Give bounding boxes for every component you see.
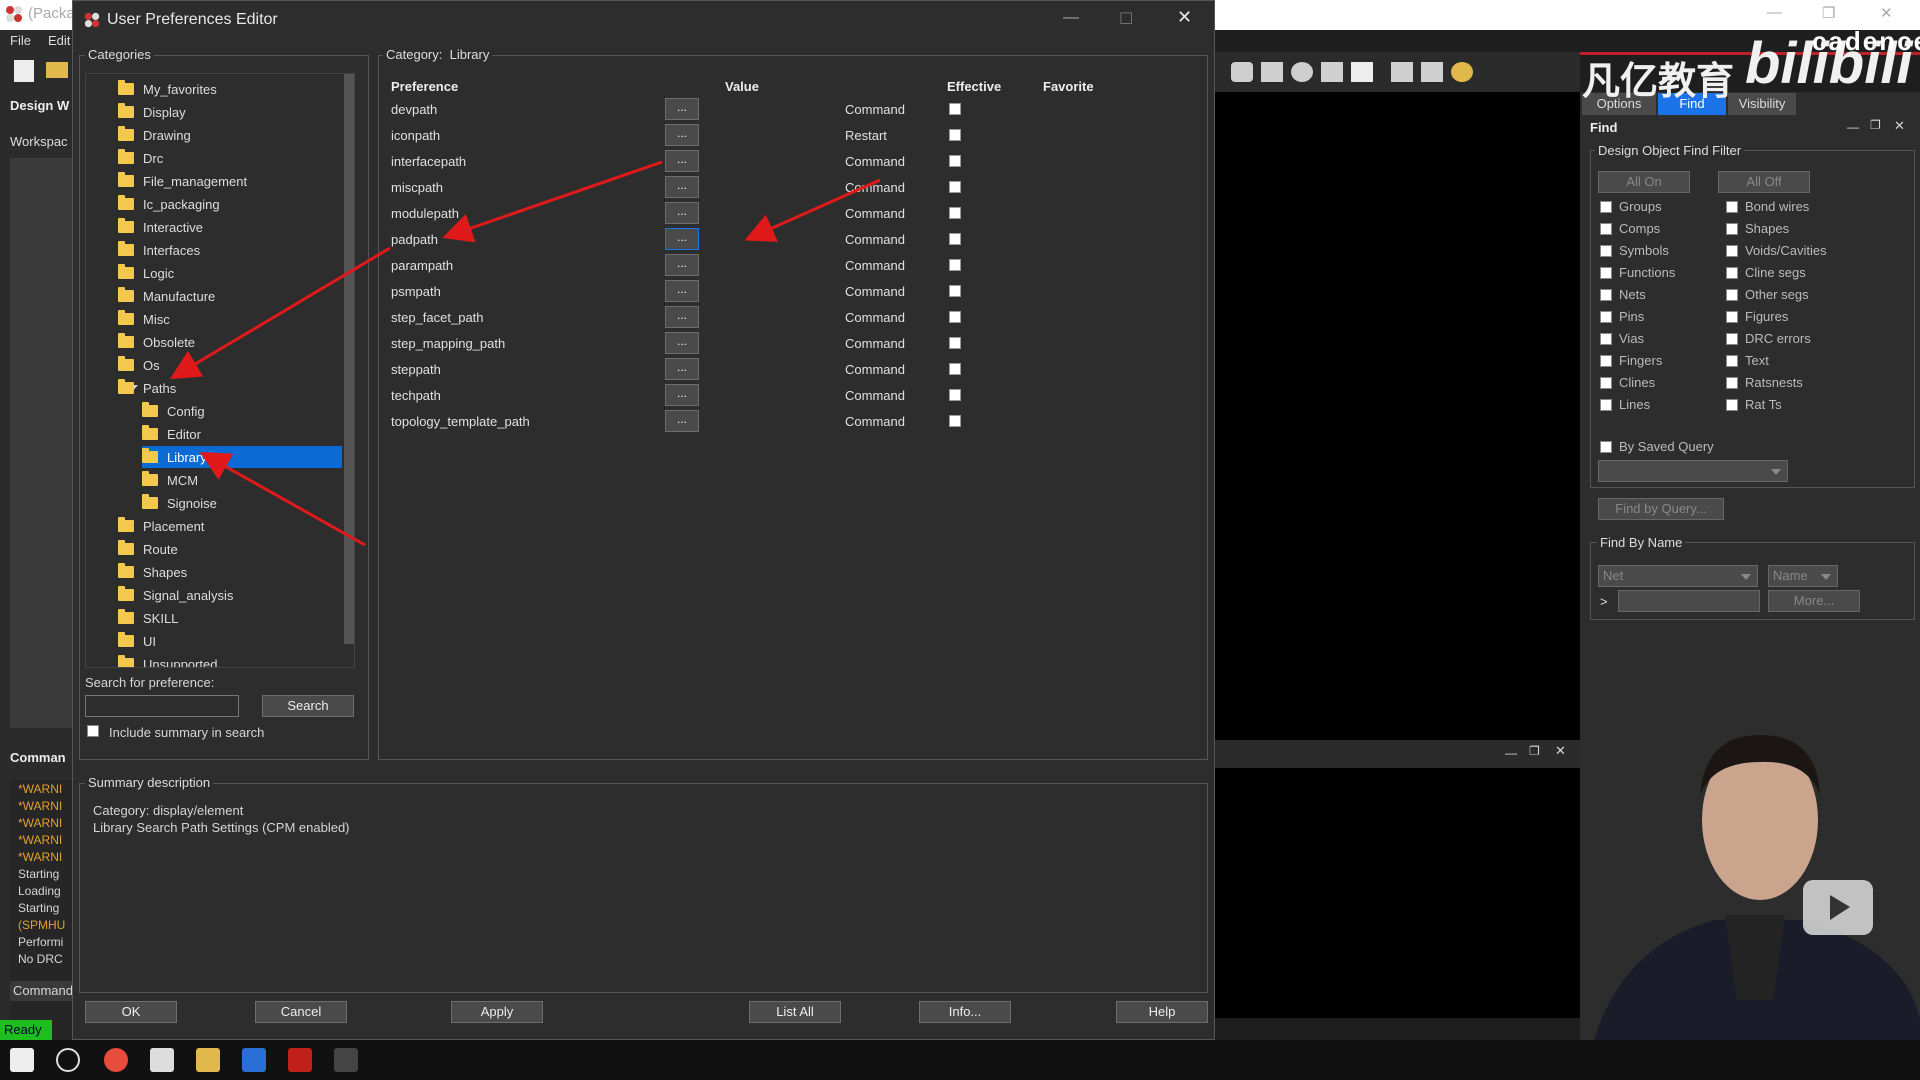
windows-start-icon[interactable] — [10, 1048, 34, 1072]
arrow-to-library — [199, 452, 366, 547]
cadence-taskbar-icon[interactable] — [334, 1048, 358, 1072]
arrow-to-value-button — [744, 178, 881, 242]
app-icon[interactable] — [150, 1048, 174, 1072]
arrow-to-padpath — [442, 160, 663, 243]
file-explorer-icon[interactable] — [196, 1048, 220, 1072]
arrow-to-paths — [169, 246, 391, 380]
acrobat-icon[interactable] — [288, 1048, 312, 1072]
chrome-icon[interactable] — [104, 1048, 128, 1072]
search-icon[interactable] — [56, 1048, 80, 1072]
word-icon[interactable] — [242, 1048, 266, 1072]
annotation-arrows — [169, 160, 881, 547]
taskbar — [0, 1040, 1920, 1080]
